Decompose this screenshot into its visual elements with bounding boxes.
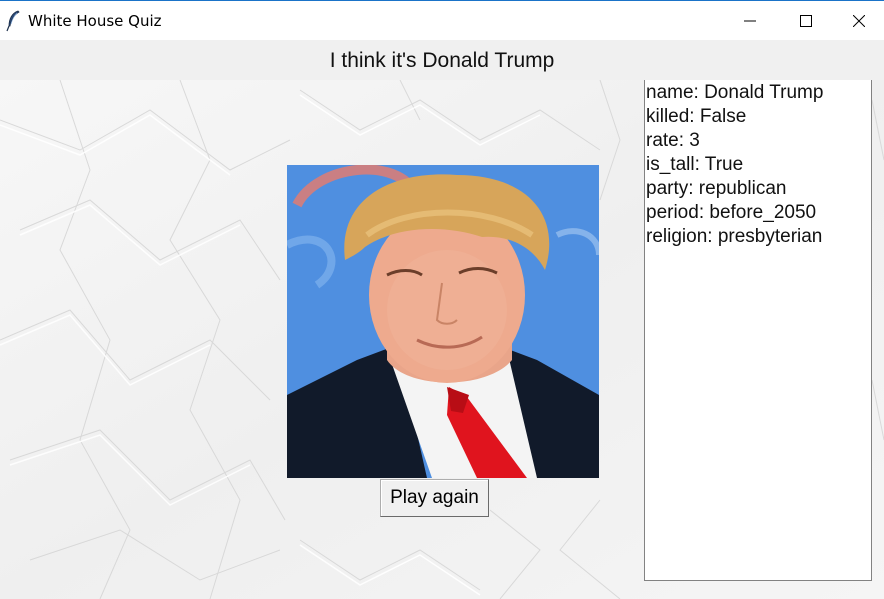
info-text-box[interactable]: name: Donald Trump killed: False rate: 3…	[644, 80, 872, 581]
paper-background: Play again name: Donald Trump killed: Fa…	[0, 80, 884, 599]
minimize-button[interactable]	[722, 1, 778, 41]
window-title: White House Quiz	[28, 12, 162, 30]
title-bar[interactable]: White House Quiz	[0, 0, 884, 40]
info-line-killed: killed: False	[646, 106, 747, 127]
info-line-period: period: before_2050	[646, 202, 817, 223]
result-header: I think it's Donald Trump	[0, 40, 884, 80]
maximize-button[interactable]	[778, 1, 834, 41]
minimize-icon	[744, 20, 756, 22]
info-line-name: name: Donald Trump	[646, 82, 824, 103]
play-again-button[interactable]: Play again	[380, 479, 489, 517]
maximize-icon	[800, 15, 812, 27]
close-button[interactable]	[834, 1, 884, 41]
portrait-photo	[287, 165, 599, 478]
info-line-religion: religion: presbyterian	[646, 226, 823, 247]
feather-icon	[6, 10, 22, 32]
info-line-rate: rate: 3	[646, 130, 700, 151]
close-icon	[853, 15, 865, 27]
info-line-is-tall: is_tall: True	[646, 154, 744, 175]
info-line-party: party: republican	[646, 178, 787, 199]
